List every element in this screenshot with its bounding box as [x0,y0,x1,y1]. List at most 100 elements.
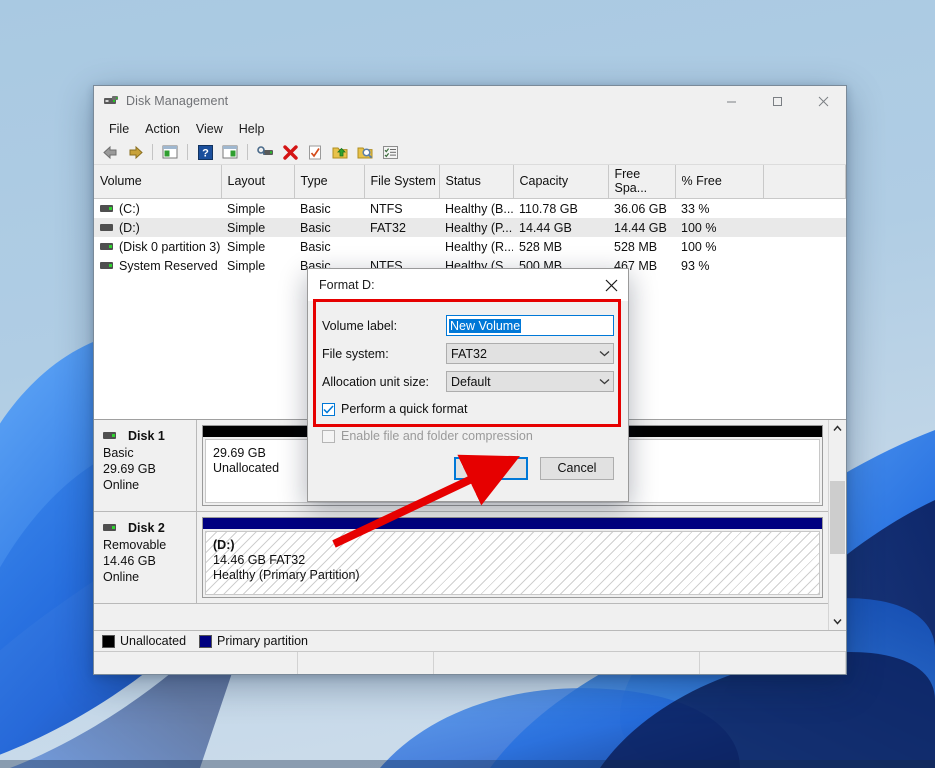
quick-format-checkbox[interactable]: Perform a quick format [322,402,614,416]
disk-name-text: Disk 1 [128,429,165,443]
menu-item-view[interactable]: View [188,120,231,138]
allocation-unit-size-value: Default [451,374,491,389]
volume-label-row: Volume label: New Volume [322,315,614,336]
disk-info[interactable]: Disk 1 Basic 29.69 GB Online [94,420,197,511]
partition-block[interactable]: (D:) 14.46 GB FAT32 Healthy (Primary Parti… [202,517,823,598]
drive-icon [100,224,113,232]
format-dialog: Format D: Volume label: New Volume File … [307,268,629,502]
chevron-down-icon [595,350,613,357]
table-row[interactable]: (Disk 0 partition 3) Simple Basic Healthy (… [94,237,846,256]
table-row[interactable]: (D:) Simple Basic FAT32 Healthy (P... 14.44 G… [94,218,846,237]
help-icon[interactable]: ? [193,141,217,163]
toolbar-separator [152,144,153,160]
cell-type: Basic [294,218,364,237]
disk-icon [103,524,116,531]
disk-info[interactable]: Disk 2 Removable 14.46 GB Online [94,512,197,603]
disk-state: Online [103,478,140,492]
disk-name-text: Disk 2 [128,521,165,535]
file-system-select[interactable]: FAT32 [446,343,614,364]
column-header-status[interactable]: Status [439,165,514,199]
column-header-free-space[interactable]: Free Spa... [608,165,676,199]
column-header-volume[interactable]: Volume [94,165,222,199]
rescan-disks-icon[interactable] [328,141,352,163]
volume-label-input[interactable]: New Volume [446,315,614,336]
forward-icon[interactable] [123,141,147,163]
scroll-down-icon[interactable] [829,613,846,630]
cell-type: Basic [300,239,331,254]
disk-type: Removable [103,538,167,552]
partition-color-bar [203,518,822,529]
disk-name: Disk 1 [103,428,196,444]
legend-swatch-primary-partition [199,634,213,648]
show-hide-action-pane-icon[interactable] [218,141,242,163]
cell-volume-text: (Disk 0 partition 3) [119,239,221,254]
status-bar [94,651,846,674]
back-icon[interactable] [98,141,122,163]
cancel-button[interactable]: Cancel [540,456,614,480]
disk-state: Online [103,570,140,584]
cell-status: Healthy (B... [445,201,513,216]
cell-volume: System Reserved [94,256,221,275]
dialog-titlebar[interactable]: Format D: [308,269,628,301]
menu-item-action[interactable]: Action [137,120,188,138]
cell-capacity: 14.44 GB [513,218,608,237]
cell-volume: (C:) [94,199,221,219]
disk-name: Disk 2 [103,520,196,536]
ok-button[interactable]: OK [454,456,528,480]
cell-free-space: 528 MB [614,239,658,254]
show-hide-console-tree-icon[interactable] [158,141,182,163]
cell-layout: Simple [227,239,266,254]
volume-table: Volume Layout Type File System Status Ca… [94,165,846,275]
dialog-close-button[interactable] [594,269,628,301]
disk-size: 14.46 GB [103,554,156,568]
column-header-type[interactable]: Type [294,165,365,199]
close-button[interactable] [800,86,846,116]
window-titlebar[interactable]: Disk Management [94,86,846,117]
volume-table-header-row: Volume Layout Type File System Status Ca… [94,165,846,199]
disk-row[interactable]: Disk 2 Removable 14.46 GB Online (D:) 14.46 G… [94,512,828,604]
column-header-capacity[interactable]: Capacity [513,165,609,199]
partition-line-2: 14.46 GB FAT32 [213,553,306,567]
cell-status: Healthy (P... [439,218,513,237]
menu-item-file[interactable]: File [101,120,137,138]
disk-size: 29.69 GB [103,462,156,476]
delete-icon[interactable] [278,141,302,163]
partition-legend: Unallocated Primary partition [94,630,846,651]
status-segment-2 [298,652,434,674]
enable-compression-label: Enable file and folder compression [341,429,533,443]
column-header-percent-free[interactable]: % Free [675,165,764,199]
properties-icon[interactable] [253,141,277,163]
maximize-button[interactable] [754,86,800,116]
allocation-unit-size-label: Allocation unit size: [322,374,430,389]
disk-partition-bars: (D:) 14.46 GB FAT32 Healthy (Primary Parti… [197,512,828,603]
toolbar: ? [94,140,846,165]
scrollbar-thumb[interactable] [830,481,845,554]
column-header-file-system[interactable]: File System [364,165,440,199]
cell-capacity: 528 MB [519,239,563,254]
minimize-button[interactable] [708,86,754,116]
quick-format-label: Perform a quick format [341,402,468,416]
table-row[interactable]: (C:) Simple Basic NTFS Healthy (B... 110.78 G… [94,199,846,219]
cell-volume-text: (C:) [119,201,140,216]
volume-table-body: (C:) Simple Basic NTFS Healthy (B... 110.78 G… [94,199,846,276]
list-view-icon[interactable] [378,141,402,163]
menubar: File Action View Help [94,117,846,140]
cell-volume: (Disk 0 partition 3) [94,237,221,256]
scroll-up-icon[interactable] [829,420,846,437]
checkbox-box [322,429,335,443]
cell-blank [763,237,846,256]
enable-compression-checkbox: Enable file and folder compression [322,429,614,443]
all-tasks-icon[interactable] [353,141,377,163]
cell-percent-free: 93 % [681,258,710,273]
refresh-icon[interactable] [303,141,327,163]
disk-pane-scrollbar[interactable] [828,420,846,630]
allocation-unit-size-select[interactable]: Default [446,371,614,392]
menu-item-help[interactable]: Help [231,120,273,138]
column-header-layout[interactable]: Layout [221,165,295,199]
disk-management-icon [103,93,119,109]
cell-volume-text: (D:) [119,220,140,235]
column-header-blank[interactable] [763,165,846,199]
dialog-buttons: OK Cancel [308,449,628,501]
cell-layout: Simple [227,258,266,273]
scrollbar-track[interactable] [829,437,846,613]
